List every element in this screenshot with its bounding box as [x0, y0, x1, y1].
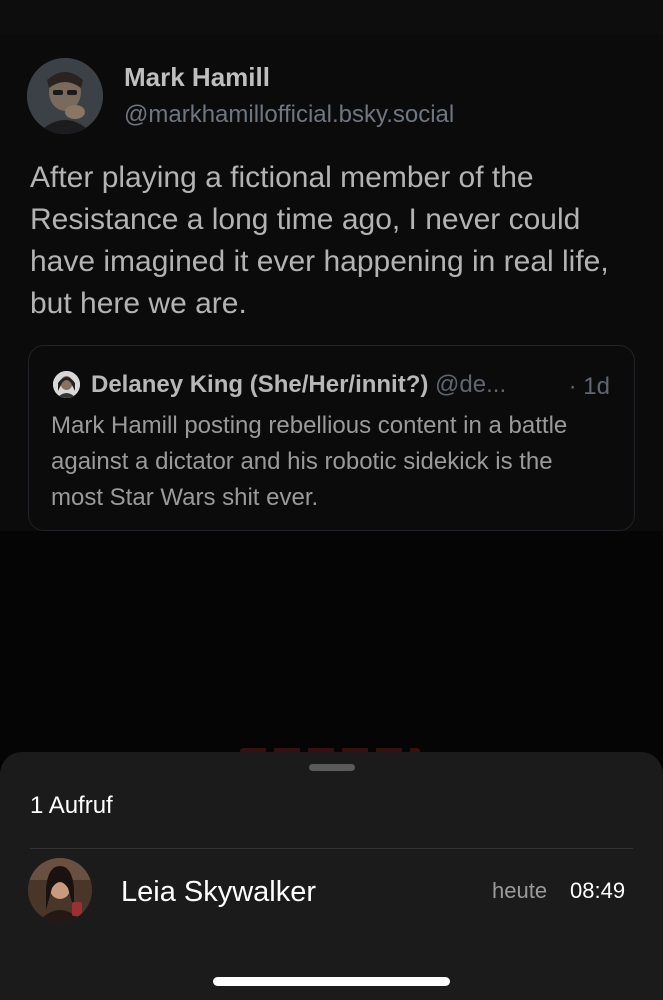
home-indicator[interactable] — [213, 977, 450, 986]
sheet-grabber[interactable] — [309, 764, 355, 771]
divider — [30, 848, 633, 849]
quote-timestamp: · 1d — [568, 373, 610, 400]
viewer-time: 08:49 — [570, 878, 626, 903]
sheet-title: 1 Aufruf — [30, 792, 113, 819]
screen: Mark Hamill @markhamillofficial.bsky.soc… — [0, 0, 663, 1000]
quote-header: Delaney King (She/Her/innit?) @de... — [91, 371, 506, 399]
quoted-post[interactable]: Delaney King (She/Her/innit?) @de... · 1… — [28, 345, 635, 531]
quote-author-avatar — [53, 371, 80, 398]
quote-text: Mark Hamill posting rebellious content i… — [51, 412, 568, 511]
post-text: After playing a fictional member of the … — [30, 161, 609, 320]
author-avatar[interactable] — [27, 58, 103, 134]
viewer-name[interactable]: Leia Skywalker — [121, 876, 316, 909]
quote-author-handle: @de... — [435, 371, 507, 398]
status-bar-area — [0, 0, 663, 34]
viewer-avatar[interactable] — [28, 858, 92, 922]
quote-author-name: Delaney King (She/Her/innit?) — [91, 371, 429, 398]
author-name[interactable]: Mark Hamill — [124, 62, 270, 93]
background-dim[interactable] — [0, 531, 663, 761]
viewer-day: heute — [492, 878, 548, 903]
author-handle[interactable]: @markhamillofficial.bsky.social — [124, 101, 454, 129]
viewers-sheet: 1 Aufruf Leia Skywalker heute 08:49 — [0, 752, 663, 1000]
